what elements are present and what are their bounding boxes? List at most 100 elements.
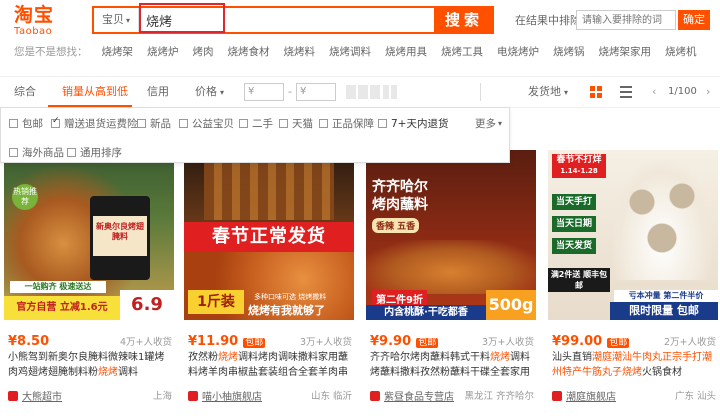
suggestion-item[interactable]: 烧烤锅: [553, 44, 585, 58]
shop-icon: [8, 390, 18, 401]
checkbox[interactable]: [279, 119, 288, 128]
filter-general-sort[interactable]: 通用排序: [67, 145, 122, 160]
product-image[interactable]: 齐齐哈尔 烤肉蘸料 香辣 五香 第二件9折 内含桃酥·干吃都香 500g: [366, 150, 536, 320]
price-dash: -: [288, 85, 292, 98]
product-shop[interactable]: 大熊超市: [8, 388, 62, 403]
product-shop[interactable]: 潮庭旗舰店: [552, 388, 616, 403]
promo-banner: 限时限量 包邮: [610, 302, 718, 320]
hot-badge: 热销推荐: [12, 184, 38, 210]
product-location: 山东 临沂: [310, 391, 352, 402]
filter-more[interactable]: 更多 ▾: [475, 116, 502, 131]
exclude-confirm-button[interactable]: 确定: [678, 10, 710, 30]
product-card[interactable]: 齐齐哈尔 烤肉蘸料 香辣 五香 第二件9折 内含桃酥·干吃都香 500g ¥9.9…: [366, 150, 536, 419]
price-value: 9.90: [379, 334, 412, 349]
placeholder-block: [391, 85, 397, 99]
suggestion-item[interactable]: 烧烤食材: [228, 44, 270, 58]
shop-name: 喵小柚旗舰店: [202, 392, 262, 403]
next-page-icon[interactable]: ›: [706, 77, 710, 107]
checkbox[interactable]: [9, 148, 18, 157]
filter-free-shipping[interactable]: 包邮: [9, 116, 43, 131]
promo-strip: 亏本冲量 第二件半价: [614, 290, 718, 302]
checkbox[interactable]: [319, 119, 328, 128]
suggestion-item[interactable]: 烧烤用具: [385, 44, 427, 58]
price-max-input[interactable]: ¥: [296, 83, 336, 101]
product-title[interactable]: 小熊驾到新奥尔良腌料微辣味1罐烤肉鸡翅烤翅腌制料粉烧烤调料: [8, 350, 168, 380]
exclude-input[interactable]: [576, 10, 676, 30]
filter-label: 通用排序: [80, 147, 122, 159]
suggestion-item[interactable]: 电烧烤炉: [497, 44, 539, 58]
suggestion-item[interactable]: 烤肉: [193, 44, 214, 58]
suggestion-item[interactable]: 烧烤炉: [147, 44, 179, 58]
price-value: 11.90: [197, 334, 239, 349]
filter-second-hand[interactable]: 二手: [239, 116, 273, 131]
product-image[interactable]: 热销推荐 新奥尔良烤翅腌料 一站购齐 极速送达 官方自营 立减1.6元 6.9: [4, 150, 174, 320]
product-jar: 新奥尔良烤翅腌料: [90, 196, 150, 280]
placeholder-block: [383, 85, 389, 99]
spice-photo: [366, 240, 536, 294]
search-category-label: 宝贝: [101, 13, 124, 26]
holiday-badge: 春节不打烊 1.14-1.28: [552, 154, 606, 178]
shipping-badge: 满2件送 顺丰包邮: [548, 268, 610, 292]
sort-by-sales[interactable]: 销量从高到低: [62, 77, 128, 107]
suggestion-item[interactable]: 烧烤架: [102, 44, 134, 58]
checkbox[interactable]: [67, 148, 76, 157]
sort-comprehensive[interactable]: 综合: [14, 77, 36, 107]
suggestion-item[interactable]: 烧烤工具: [441, 44, 483, 58]
shop-name: 潮庭旗舰店: [566, 392, 616, 403]
product-title[interactable]: 孜然粉烧烤调料烤肉调味撒料家用蘸料烤羊肉串椒盐套装组合全套羊肉串: [188, 350, 350, 380]
brand-title: 齐齐哈尔 烤肉蘸料: [372, 178, 428, 214]
product-shop[interactable]: 紫昼食品专营店: [370, 388, 454, 403]
free-shipping-tag: 包邮: [607, 338, 630, 348]
shop-icon: [370, 390, 380, 401]
filter-more-label: 更多: [475, 118, 496, 130]
list-view-icon[interactable]: [620, 86, 632, 98]
suggestion-item[interactable]: 烧烤料: [284, 44, 316, 58]
suggestion-item[interactable]: 烧烤机: [665, 44, 697, 58]
title-text: 小熊驾到新奥尔良腌料微辣味1罐烤肉鸡翅烤翅腌制料粉: [8, 352, 165, 378]
query-highlight-box: [139, 3, 225, 33]
checkbox-checked[interactable]: [51, 116, 60, 128]
filter-new[interactable]: 新品: [137, 116, 171, 131]
product-price: ¥11.90 包邮: [188, 334, 266, 349]
suggestion-label: 您是不是想找：: [14, 46, 88, 58]
sort-price-label: 价格: [195, 85, 217, 98]
product-card[interactable]: 春节正常发货 1斤装 多种口味可选 烧烤撒料 烧烤有我就够了 ¥11.90 包邮…: [184, 150, 354, 419]
search-button[interactable]: 搜索: [434, 6, 494, 34]
filter-charity[interactable]: 公益宝贝: [179, 116, 234, 131]
shop-name: 大熊超市: [22, 392, 62, 403]
filter-label: 公益宝贝: [192, 118, 234, 130]
ship-from-select[interactable]: 发货地 ▾: [528, 77, 568, 107]
price-value: 99.00: [561, 334, 603, 349]
sort-credit[interactable]: 信用: [147, 77, 169, 107]
divider: [480, 83, 481, 101]
prev-page-icon[interactable]: ‹: [652, 77, 656, 107]
suggestion-item[interactable]: 烧烤架家用: [599, 44, 652, 58]
suggestion-item[interactable]: 烧烤调料: [329, 44, 371, 58]
filter-tmall[interactable]: 天猫: [279, 116, 313, 131]
filter-genuine[interactable]: 正品保障: [319, 116, 374, 131]
filter-overseas[interactable]: 海外商品: [9, 145, 64, 160]
search-category-select[interactable]: 宝贝 ▾: [94, 8, 139, 32]
checkbox[interactable]: [9, 119, 18, 128]
filter-7day-return[interactable]: 7+天内退货: [378, 116, 448, 131]
product-card[interactable]: 热销推荐 新奥尔良烤翅腌料 一站购齐 极速送达 官方自营 立减1.6元 6.9 …: [4, 150, 174, 419]
product-shop[interactable]: 喵小柚旗舰店: [188, 388, 262, 403]
checkbox[interactable]: [239, 119, 248, 128]
product-image[interactable]: 春节正常发货 1斤装 多种口味可选 烧烤撒料 烧烤有我就够了: [184, 150, 354, 320]
checkbox[interactable]: [179, 119, 188, 128]
product-title[interactable]: 齐齐哈尔烤肉蘸料韩式干料烧烤调料烤蘸料撒料孜然粉蘸料干碟全套家用: [370, 350, 532, 380]
product-title[interactable]: 汕头直销潮庭潮汕牛肉丸正宗手打潮州特产牛筋丸子烧烤火锅食材: [552, 350, 716, 380]
grid-view-icon[interactable]: [590, 86, 602, 98]
sort-price[interactable]: 价格 ▾: [195, 77, 224, 107]
weight-badge: 1斤装: [188, 290, 244, 314]
product-image[interactable]: 春节不打烊 1.14-1.28 当天手打 当天日期 当天发货 满2件送 顺丰包邮 …: [548, 150, 718, 320]
filter-return-insurance[interactable]: 赠送退货运费险: [51, 116, 138, 131]
taobao-logo[interactable]: 淘宝 Taobao: [14, 4, 84, 40]
checkbox[interactable]: [137, 119, 146, 128]
price-min-input[interactable]: ¥: [244, 83, 284, 101]
feature-tag: 当天日期: [552, 216, 596, 232]
product-card[interactable]: 春节不打烊 1.14-1.28 当天手打 当天日期 当天发货 满2件送 顺丰包邮 …: [548, 150, 718, 419]
product-price: ¥8.50: [8, 334, 50, 349]
filter-panel: 包邮 赠送退货运费险 新品 公益宝贝 二手 天猫 正品保障 7+天内退货 更多▾…: [0, 107, 510, 163]
checkbox[interactable]: [378, 119, 387, 128]
